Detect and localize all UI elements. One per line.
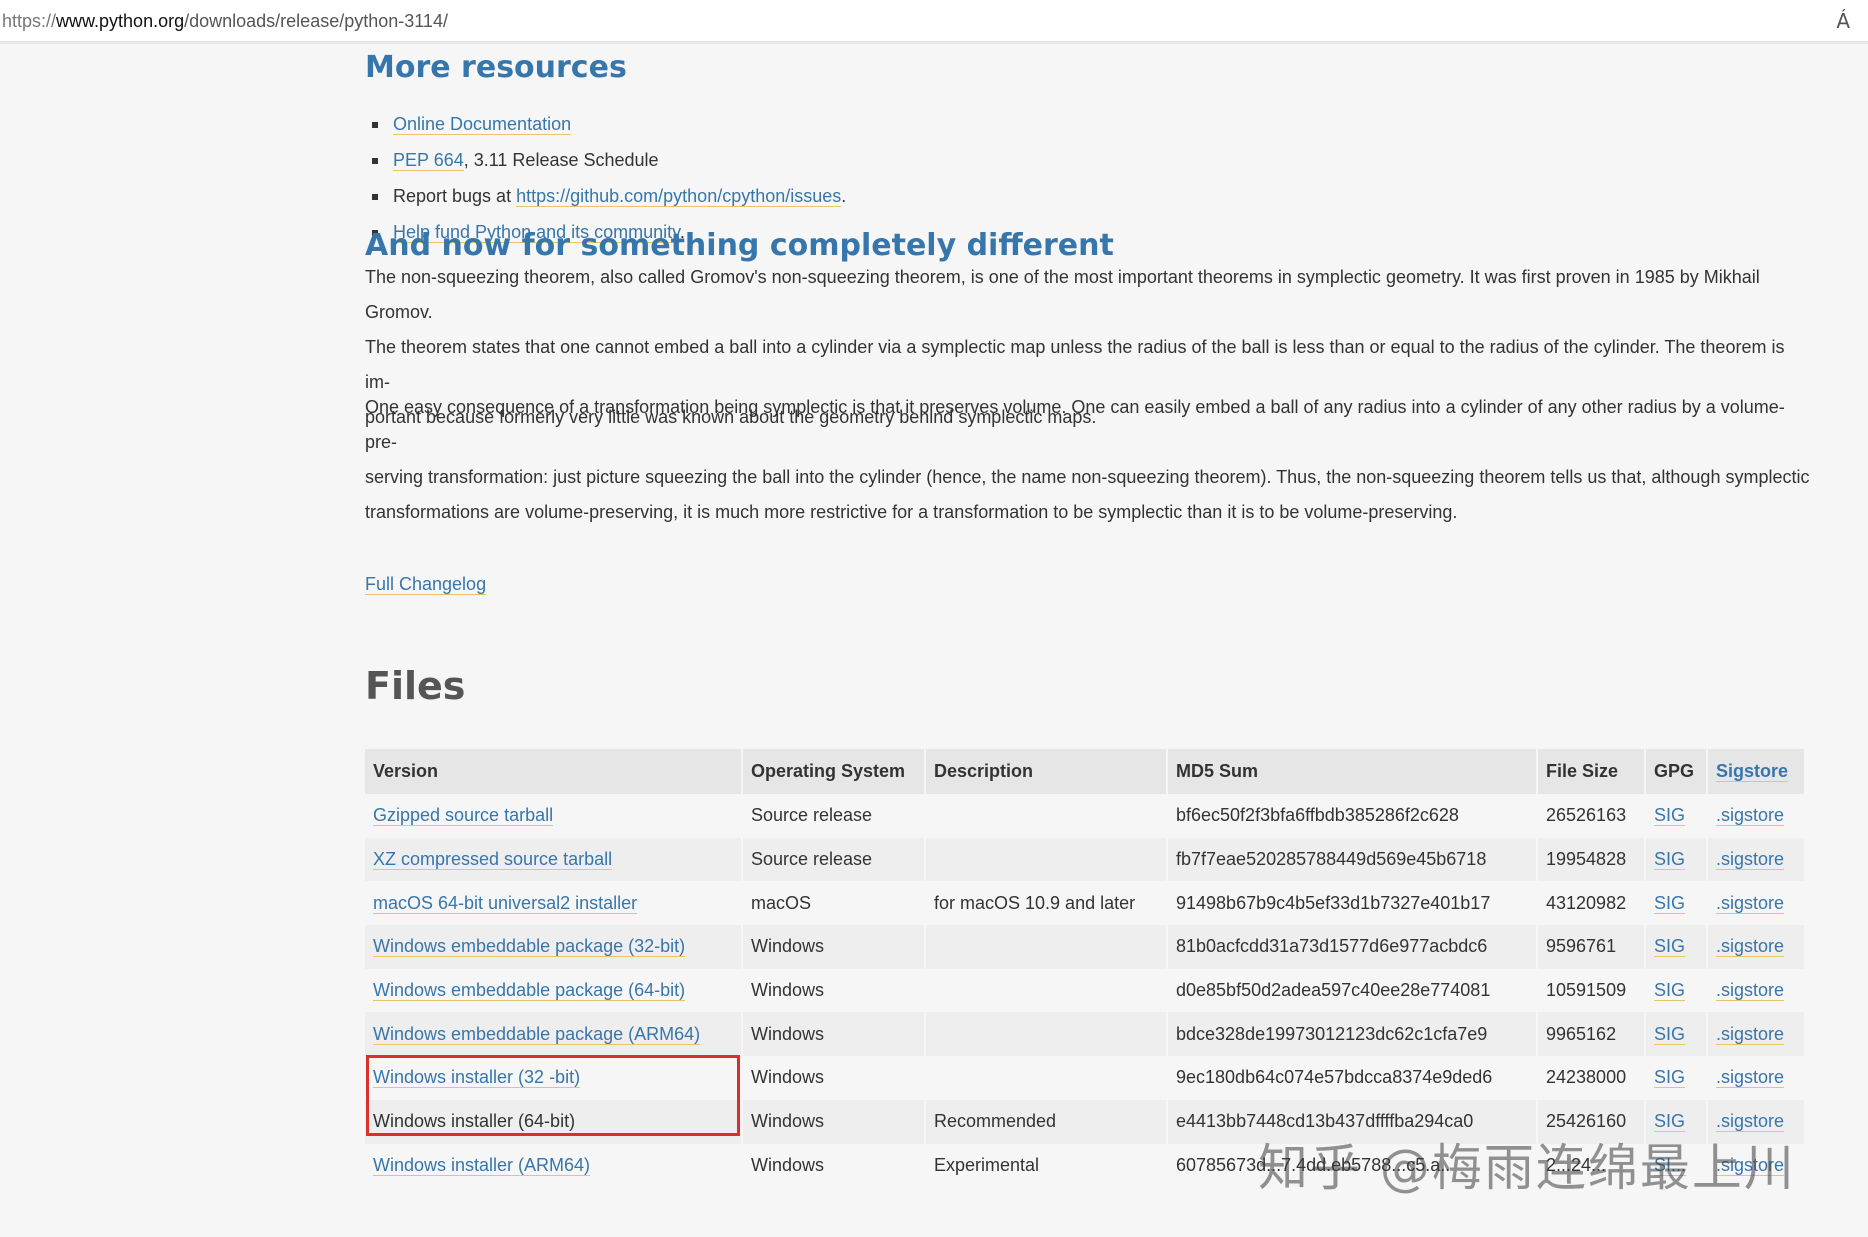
file-version-link[interactable]: Gzipped source tarball — [373, 805, 554, 827]
paragraph-line: serving transformation: just picture squ… — [365, 467, 1810, 487]
file-os: Windows — [742, 925, 926, 969]
windows-installer-highlight-box — [366, 1055, 740, 1136]
file-os: Source release — [742, 837, 926, 882]
table-row: Windows embeddable package (32-bit) Wind… — [365, 925, 1806, 969]
table-row: macOS 64-bit universal2 installer macOS … — [365, 881, 1806, 926]
file-description — [925, 794, 1168, 838]
file-size: 24238000 — [1537, 1056, 1646, 1100]
sigstore-link[interactable]: .sigstore — [1716, 936, 1785, 958]
file-description — [925, 1012, 1168, 1057]
file-size: 19954828 — [1537, 837, 1646, 882]
sigstore-link[interactable]: .sigstore — [1716, 892, 1785, 914]
sigstore-link[interactable]: .sigstore — [1716, 849, 1785, 871]
file-os: Windows — [742, 968, 926, 1013]
changelog: Full Changelog — [365, 574, 487, 595]
table-row: Windows embeddable package (64-bit) Wind… — [365, 968, 1806, 1013]
gpg-sig-link[interactable]: SIG — [1654, 892, 1686, 914]
column-header-version: Version — [365, 749, 743, 794]
file-size: 43120982 — [1537, 881, 1646, 926]
file-version-link[interactable]: Windows installer (ARM64) — [373, 1154, 591, 1176]
paragraph-line: The non-squeezing theorem, also called G… — [365, 267, 1760, 322]
file-os: Windows — [742, 1012, 926, 1057]
url-path: /downloads/release/python-3114/ — [184, 11, 448, 31]
file-description — [925, 968, 1168, 1013]
github-issues-link[interactable]: https://github.com/python/cpython/issues — [516, 186, 842, 207]
read-aloud-icon[interactable]: Á — [1836, 9, 1850, 33]
paragraph-line: One easy consequence of a transformation… — [365, 397, 1785, 452]
file-os: Windows — [742, 1099, 926, 1144]
column-header-md5: MD5 Sum — [1167, 749, 1538, 794]
file-size: 9596761 — [1537, 925, 1646, 969]
file-os: macOS — [742, 881, 926, 926]
something-different-heading: And now for something completely differe… — [365, 228, 1114, 263]
report-bugs-text: Report bugs at — [393, 186, 517, 206]
file-version-link[interactable]: Windows embeddable package (ARM64) — [373, 1023, 701, 1045]
browser-address-bar[interactable]: https://www.python.org/downloads/release… — [0, 0, 1868, 44]
paragraph-line: transformations are volume-preserving, i… — [365, 502, 1458, 522]
file-os: Source release — [742, 794, 926, 838]
gpg-sig-link[interactable]: SIG — [1654, 1067, 1686, 1089]
sigstore-header-link[interactable]: Sigstore — [1716, 761, 1789, 782]
table-row: XZ compressed source tarball Source rele… — [365, 837, 1806, 882]
paragraph-two: One easy consequence of a transformation… — [365, 390, 1813, 530]
sigstore-link[interactable]: .sigstore — [1716, 980, 1785, 1002]
file-md5: 9ec180db64c074e57bdcca8374e9ded6 — [1167, 1056, 1538, 1100]
file-md5: 91498b67b9c4b5ef33d1b7327e401b17 — [1167, 881, 1538, 926]
file-description — [925, 1056, 1168, 1100]
gpg-sig-link[interactable]: SIG — [1654, 849, 1686, 871]
file-description: Recommended — [925, 1099, 1168, 1144]
url-protocol: https:// — [2, 11, 57, 31]
file-size: 10591509 — [1537, 968, 1646, 1013]
more-resources-heading: More resources — [365, 50, 627, 85]
file-description: for macOS 10.9 and later — [925, 881, 1168, 926]
pep-664-text: , 3.11 Release Schedule — [463, 150, 659, 170]
file-version-link[interactable]: XZ compressed source tarball — [373, 849, 613, 871]
column-header-gpg: GPG — [1645, 749, 1708, 794]
column-header-os: Operating System — [742, 749, 926, 794]
full-changelog-link[interactable]: Full Changelog — [365, 574, 487, 595]
gpg-sig-link[interactable]: SIG — [1654, 980, 1686, 1002]
table-row: Windows embeddable package (ARM64) Windo… — [365, 1012, 1806, 1057]
file-description: Experimental — [925, 1143, 1168, 1188]
file-version-link[interactable]: Windows embeddable package (32-bit) — [373, 936, 686, 958]
list-item: Report bugs at https://github.com/python… — [365, 178, 846, 214]
file-description — [925, 925, 1168, 969]
file-md5: bdce328de19973012123dc62c1cfa7e9 — [1167, 1012, 1538, 1057]
url-domain: www.python.org — [56, 11, 185, 31]
file-md5: d0e85bf50d2adea597c40ee28e774081 — [1167, 968, 1538, 1013]
url-text[interactable]: https://www.python.org/downloads/release… — [2, 11, 448, 32]
column-header-sigstore[interactable]: Sigstore — [1707, 749, 1806, 794]
gpg-sig-link[interactable]: SIG — [1654, 936, 1686, 958]
file-size: 9965162 — [1537, 1012, 1646, 1057]
file-size: 26526163 — [1537, 794, 1646, 838]
sigstore-link[interactable]: .sigstore — [1716, 1023, 1785, 1045]
report-bugs-suffix: . — [841, 186, 847, 206]
gpg-sig-link[interactable]: SIG — [1654, 1023, 1686, 1045]
table-header-row: Version Operating System Description MD5… — [365, 749, 1806, 794]
pep-664-link[interactable]: PEP 664 — [393, 150, 464, 171]
online-documentation-link[interactable]: Online Documentation — [393, 114, 572, 135]
file-version-link[interactable]: Windows embeddable package (64-bit) — [373, 980, 686, 1002]
column-header-description: Description — [925, 749, 1168, 794]
sigstore-link[interactable]: .sigstore — [1716, 1067, 1785, 1089]
file-md5: bf6ec50f2f3bfa6ffbdb385286f2c628 — [1167, 794, 1538, 838]
list-item: PEP 664, 3.11 Release Schedule — [365, 142, 846, 178]
zhihu-watermark: 知乎 @梅雨连绵最上川 — [1258, 1139, 1796, 1197]
file-os: Windows — [742, 1056, 926, 1100]
file-description — [925, 837, 1168, 882]
table-row: Gzipped source tarball Source release bf… — [365, 794, 1806, 838]
list-item: Online Documentation — [365, 106, 846, 142]
file-md5: 81b0acfcdd31a73d1577d6e977acbdc6 — [1167, 925, 1538, 969]
sigstore-link[interactable]: .sigstore — [1716, 805, 1785, 827]
files-heading: Files — [365, 664, 466, 708]
gpg-sig-link[interactable]: SIG — [1654, 805, 1686, 827]
file-os: Windows — [742, 1143, 926, 1188]
column-header-size: File Size — [1537, 749, 1646, 794]
file-version-link[interactable]: macOS 64-bit universal2 installer — [373, 892, 638, 914]
file-md5: fb7f7eae520285788449d569e45b6718 — [1167, 837, 1538, 882]
